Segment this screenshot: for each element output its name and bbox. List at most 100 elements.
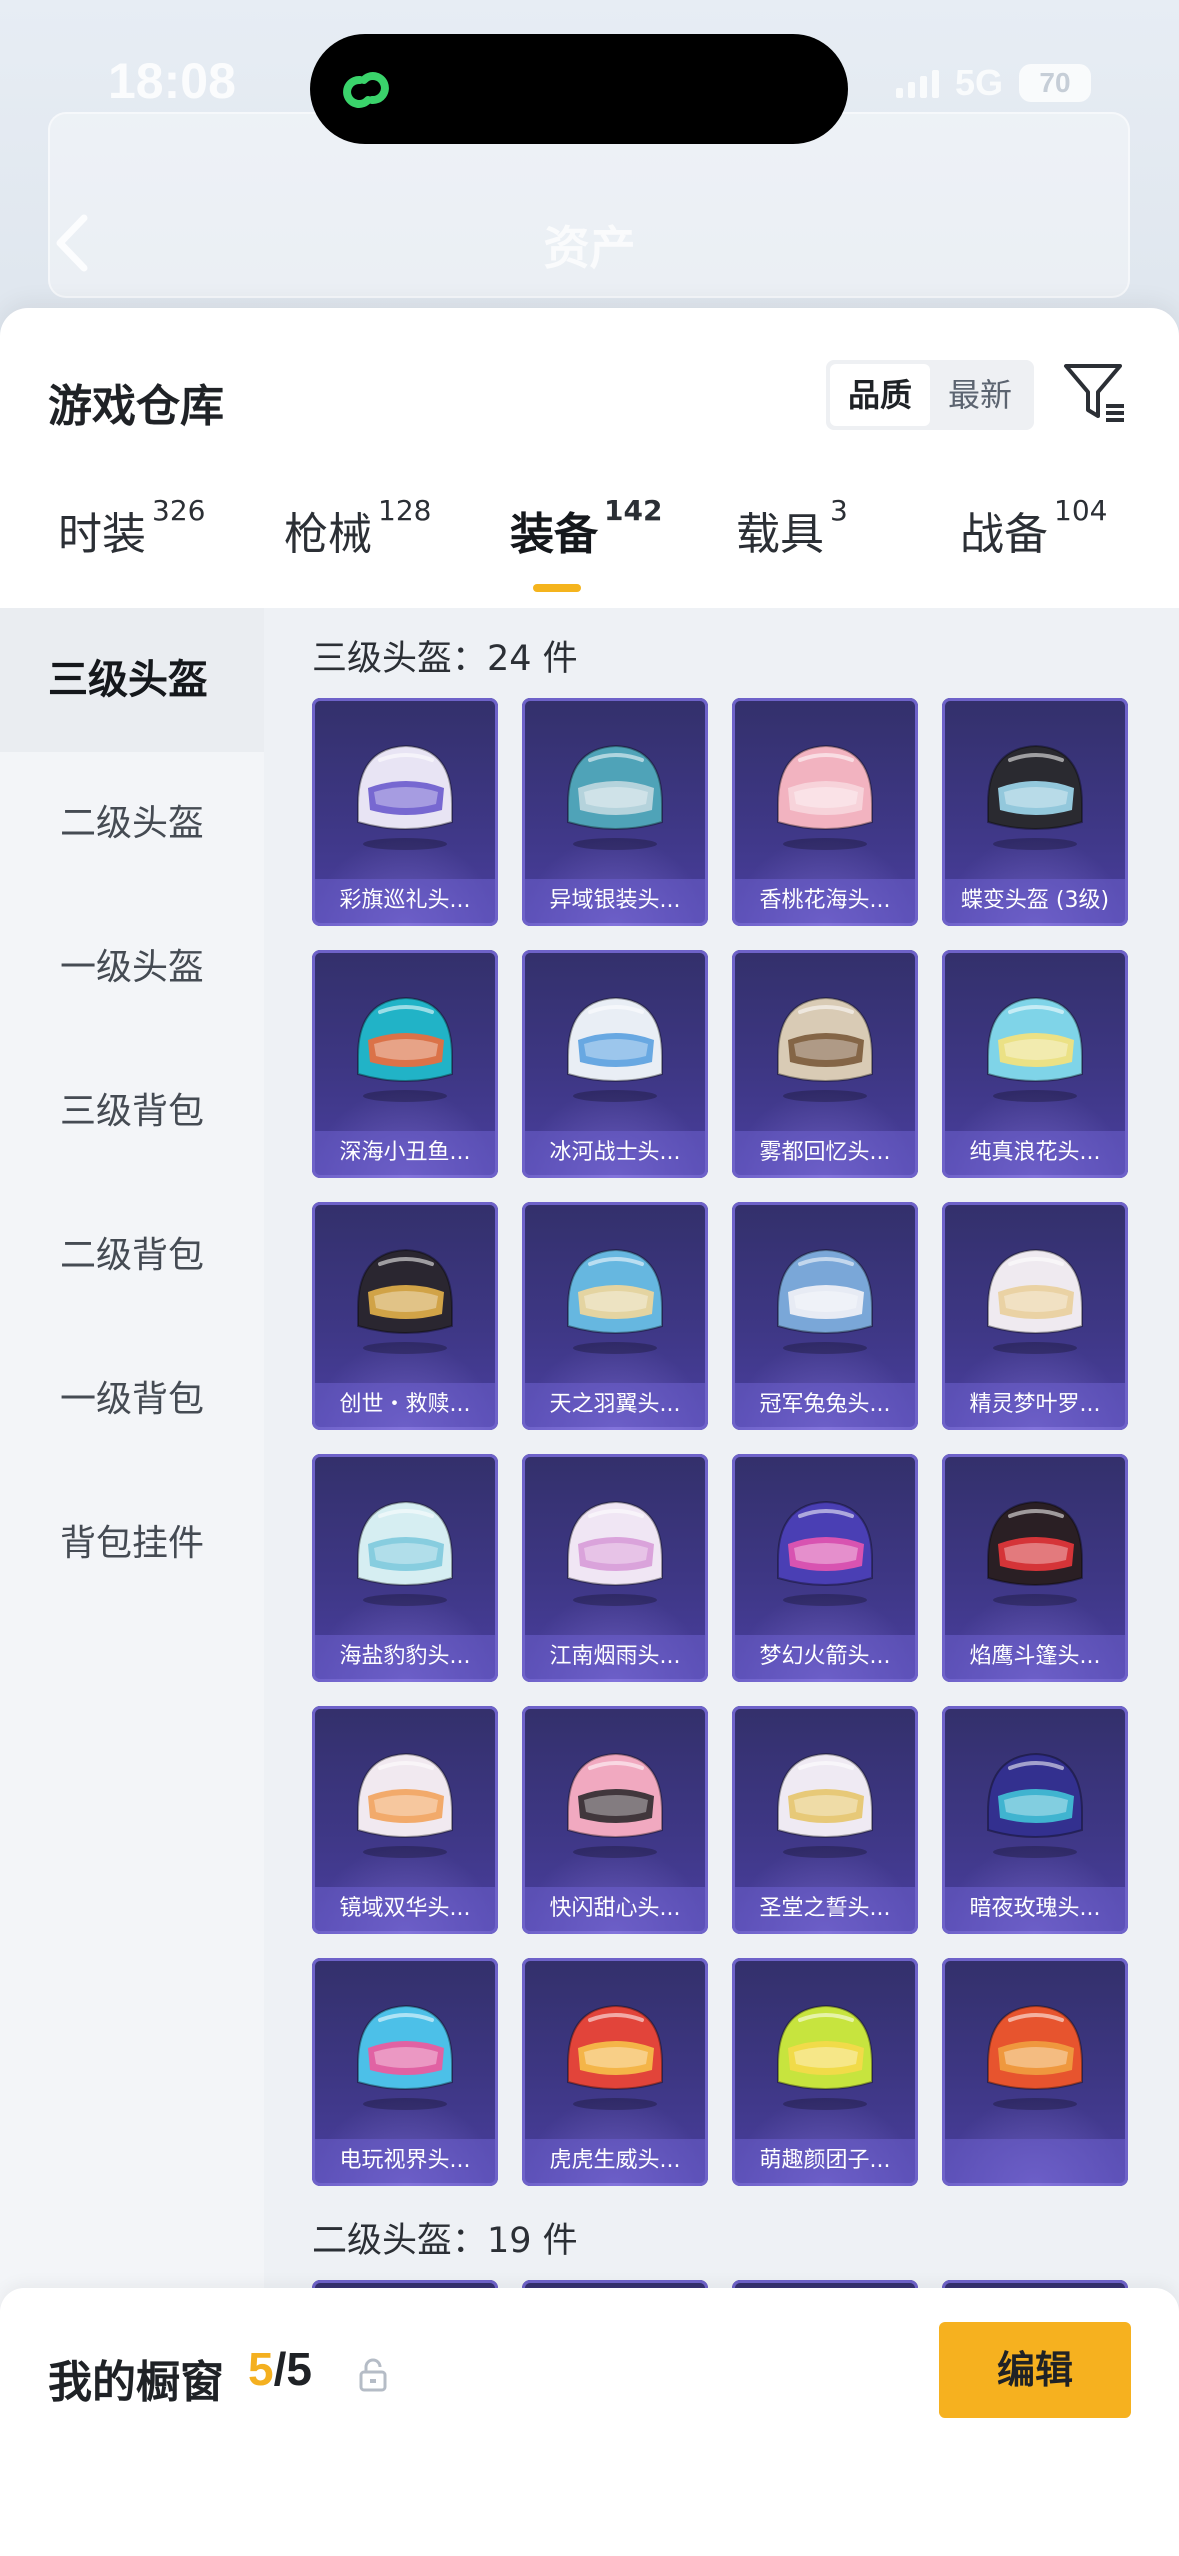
item-card-label: 快闪甜心头... <box>525 1887 705 1931</box>
subcategory-sidebar: 三级头盔 二级头盔 一级头盔 三级背包 二级背包 一级背包 背包挂件 <box>0 608 264 2556</box>
item-card[interactable]: 天之羽翼头... <box>522 1202 708 1430</box>
item-card[interactable]: 香桃花海头... <box>732 698 918 926</box>
active-tab-indicator <box>533 584 581 592</box>
battery-icon: 70 <box>1019 64 1091 102</box>
item-card-label: 江南烟雨头... <box>525 1635 705 1679</box>
sidebar-item-level1-backpack[interactable]: 一级背包 <box>0 1328 264 1472</box>
tab-guns[interactable]: 枪械 128 <box>284 494 431 562</box>
sidebar-item-level2-helmet[interactable]: 二级头盔 <box>0 752 264 896</box>
filter-icon[interactable] <box>1062 360 1128 426</box>
item-card[interactable]: 冠军兔兔头... <box>732 1202 918 1430</box>
item-card[interactable]: 虎虎生威头... <box>522 1958 708 2186</box>
item-card-label: 冰河战士头... <box>525 1131 705 1175</box>
showcase-count-current: 5 <box>248 2343 274 2395</box>
item-card[interactable]: 创世・救赎... <box>312 1202 498 1430</box>
helmet-icon <box>567 2004 663 2110</box>
item-card-label: 焰鹰斗篷头... <box>945 1635 1125 1679</box>
tab-equipment[interactable]: 装备 142 <box>510 494 662 562</box>
tab-fashion[interactable]: 时装 326 <box>58 494 205 562</box>
item-card-label: 纯真浪花头... <box>945 1131 1125 1175</box>
sort-quality-button[interactable]: 品质 <box>830 364 930 426</box>
helmet-icon <box>987 1500 1083 1606</box>
sidebar-item-level3-helmet[interactable]: 三级头盔 <box>0 608 264 752</box>
item-card[interactable]: 暗夜玫瑰头... <box>942 1706 1128 1934</box>
tab-label: 战备 <box>960 509 1048 560</box>
tab-label: 时装 <box>58 509 146 560</box>
tab-label: 载具 <box>736 509 824 560</box>
item-card-label <box>945 2139 1125 2183</box>
item-card-label: 暗夜玫瑰头... <box>945 1887 1125 1931</box>
edit-button[interactable]: 编辑 <box>939 2322 1131 2418</box>
item-card[interactable]: 海盐豹豹头... <box>312 1454 498 1682</box>
sidebar-item-level1-helmet[interactable]: 一级头盔 <box>0 896 264 1040</box>
status-time: 18:08 <box>108 53 236 109</box>
tab-supplies[interactable]: 战备 104 <box>960 494 1107 562</box>
showcase-bar: 我的橱窗 5/5 编辑 <box>0 2288 1179 2556</box>
warehouse-sheet: 游戏仓库 品质 最新 时装 326 枪械 128 装备 142 载具 3 战备 104 三… <box>0 308 1179 2556</box>
item-card-label: 萌趣颜团子... <box>735 2139 915 2183</box>
item-card-label: 蝶变头盔 (3级) <box>945 879 1125 923</box>
item-card-label: 深海小丑鱼... <box>315 1131 495 1175</box>
item-card-label: 精灵梦叶罗... <box>945 1383 1125 1427</box>
tab-count: 142 <box>604 494 663 527</box>
background-header: 18:08 5G 70 资产 <box>0 0 1179 330</box>
helmet-icon <box>987 1248 1083 1354</box>
app-link-icon <box>343 72 389 108</box>
network-type: 5G <box>954 62 1003 103</box>
item-card-label: 电玩视界头... <box>315 2139 495 2183</box>
group-title-level3-helmet: 三级头盔：24 件 <box>312 639 578 679</box>
sidebar-item-backpack-charm[interactable]: 背包挂件 <box>0 1472 264 1616</box>
helmet-icon <box>777 2004 873 2110</box>
item-card[interactable]: 电玩视界头... <box>312 1958 498 2186</box>
item-grid-area: 三级头盔：24 件 彩旗巡礼头... 异域银装头... 香桃花海头... 蝶变头盔 (… <box>264 608 1179 2556</box>
item-card[interactable]: 冰河战士头... <box>522 950 708 1178</box>
sort-toggle: 品质 最新 <box>826 360 1034 430</box>
item-card-label: 圣堂之誓头... <box>735 1887 915 1931</box>
sort-latest-button[interactable]: 最新 <box>930 364 1030 426</box>
tab-count: 104 <box>1054 494 1108 527</box>
item-card[interactable]: 深海小丑鱼... <box>312 950 498 1178</box>
helmet-icon <box>357 996 453 1102</box>
helmet-icon <box>357 1752 453 1858</box>
item-card-label: 香桃花海头... <box>735 879 915 923</box>
helmet-icon <box>987 1752 1083 1858</box>
item-card[interactable]: 快闪甜心头... <box>522 1706 708 1934</box>
item-card-label: 创世・救赎... <box>315 1383 495 1427</box>
helmet-icon <box>357 1500 453 1606</box>
item-card[interactable]: 圣堂之誓头... <box>732 1706 918 1934</box>
helmet-icon <box>567 744 663 850</box>
tab-vehicles[interactable]: 载具 3 <box>736 494 848 562</box>
helmet-icon <box>357 2004 453 2110</box>
item-card[interactable] <box>942 1958 1128 2186</box>
helmet-icon <box>567 996 663 1102</box>
item-card[interactable]: 雾都回忆头... <box>732 950 918 1178</box>
item-card-label: 雾都回忆头... <box>735 1131 915 1175</box>
group-title-level2-helmet: 二级头盔：19 件 <box>312 2221 578 2261</box>
helmet-icon <box>567 1248 663 1354</box>
item-card-label: 海盐豹豹头... <box>315 1635 495 1679</box>
item-card[interactable]: 焰鹰斗篷头... <box>942 1454 1128 1682</box>
item-card-label: 梦幻火箭头... <box>735 1635 915 1679</box>
category-tabs: 时装 326 枪械 128 装备 142 载具 3 战备 104 <box>0 494 1179 608</box>
tab-count: 326 <box>152 494 206 527</box>
status-indicators: 5G 70 <box>895 62 1091 104</box>
sidebar-item-level2-backpack[interactable]: 二级背包 <box>0 1184 264 1328</box>
item-card-label: 镜域双华头... <box>315 1887 495 1931</box>
helmet-icon <box>777 1500 873 1606</box>
helmet-icon <box>357 1248 453 1354</box>
item-card[interactable]: 萌趣颜团子... <box>732 1958 918 2186</box>
tab-label: 枪械 <box>284 509 372 560</box>
item-card[interactable]: 蝶变头盔 (3级) <box>942 698 1128 926</box>
tab-label: 装备 <box>510 509 598 560</box>
item-card-label: 冠军兔兔头... <box>735 1383 915 1427</box>
item-card[interactable]: 异域银装头... <box>522 698 708 926</box>
sidebar-item-level3-backpack[interactable]: 三级背包 <box>0 1040 264 1184</box>
helmet-icon <box>777 1248 873 1354</box>
item-card[interactable]: 梦幻火箭头... <box>732 1454 918 1682</box>
item-card[interactable]: 江南烟雨头... <box>522 1454 708 1682</box>
item-card[interactable]: 彩旗巡礼头... <box>312 698 498 926</box>
item-card[interactable]: 纯真浪花头... <box>942 950 1128 1178</box>
sheet-title: 游戏仓库 <box>48 381 224 432</box>
item-card[interactable]: 精灵梦叶罗... <box>942 1202 1128 1430</box>
item-card[interactable]: 镜域双华头... <box>312 1706 498 1934</box>
